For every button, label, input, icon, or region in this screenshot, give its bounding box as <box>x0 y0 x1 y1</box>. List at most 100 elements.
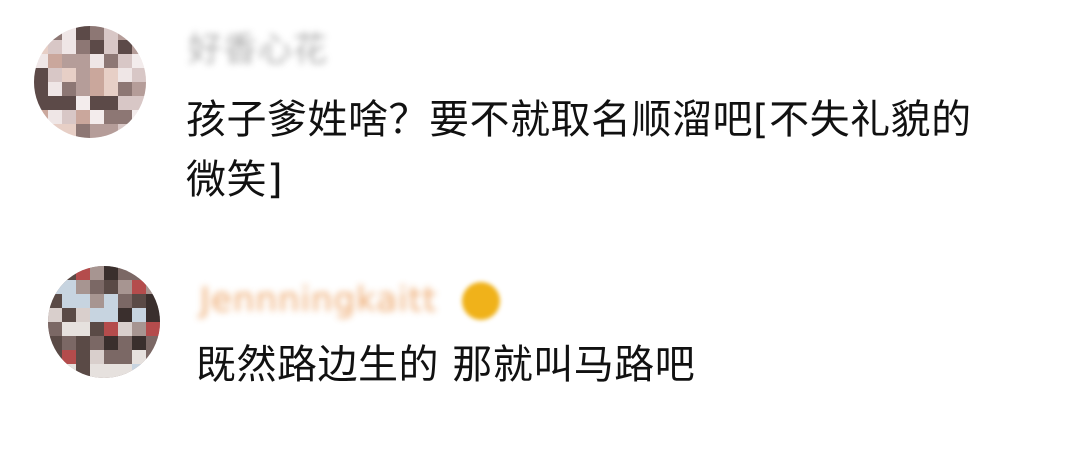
avatar-pixel <box>104 336 118 350</box>
avatar-pixel <box>76 294 90 308</box>
avatar-pixel <box>76 96 90 110</box>
avatar-pixel <box>76 26 90 40</box>
avatar-pixel <box>118 54 132 68</box>
avatar-pixel <box>146 336 160 350</box>
avatar-pixel <box>118 26 132 40</box>
avatar-pixel <box>62 110 76 124</box>
comment-item: 好香心花 孩子爹姓啥？要不就取名顺溜吧[不失礼貌的 微笑] <box>0 0 1080 240</box>
avatar-pixel <box>104 322 118 336</box>
avatar-pixel <box>118 266 132 280</box>
avatar-pixel <box>90 294 104 308</box>
avatar-pixel <box>104 364 118 378</box>
avatar-pixel <box>104 40 118 54</box>
avatar-pixel <box>90 110 104 124</box>
avatar-pixel <box>132 26 146 40</box>
avatar-pixel <box>76 82 90 96</box>
avatar-pixel <box>34 54 48 68</box>
avatar-pixel <box>48 82 62 96</box>
avatar-pixel <box>118 96 132 110</box>
avatar-pixel <box>118 364 132 378</box>
avatar-pixel <box>118 82 132 96</box>
avatar-pixel <box>104 124 118 138</box>
avatar-pixel <box>48 110 62 124</box>
avatar-pixel <box>146 308 160 322</box>
avatar-pixel <box>118 350 132 364</box>
avatar-pixel <box>90 26 104 40</box>
avatar-pixel <box>132 96 146 110</box>
avatar-pixel <box>132 54 146 68</box>
avatar-pixel <box>132 280 146 294</box>
avatar-pixel <box>118 40 132 54</box>
avatar-pixel <box>76 350 90 364</box>
avatar-pixel <box>34 110 48 124</box>
avatar-pixel <box>48 124 62 138</box>
avatar-pixel <box>132 308 146 322</box>
avatar-pixel <box>146 350 160 364</box>
avatar-pixel <box>104 26 118 40</box>
avatar-pixel <box>104 350 118 364</box>
avatar-pixel <box>62 266 76 280</box>
avatar-pixel <box>34 68 48 82</box>
avatar-pixel <box>62 40 76 54</box>
avatar-pixel <box>104 82 118 96</box>
avatar-pixel <box>104 96 118 110</box>
avatar-pixel <box>62 68 76 82</box>
avatar-pixel <box>48 54 62 68</box>
avatar-pixel <box>90 40 104 54</box>
avatar-pixel <box>76 266 90 280</box>
avatar-pixel <box>90 364 104 378</box>
avatar-pixel <box>62 322 76 336</box>
avatar-pixel <box>62 336 76 350</box>
avatar-pixel <box>118 68 132 82</box>
avatar-pixel <box>48 68 62 82</box>
avatar-pixel <box>48 336 62 350</box>
avatar-pixel <box>146 280 160 294</box>
comment-text: 微笑] <box>186 157 284 203</box>
avatar-pixel <box>132 110 146 124</box>
vip-badge-icon <box>462 282 500 320</box>
avatar[interactable] <box>48 266 160 378</box>
avatar-pixel <box>132 68 146 82</box>
avatar-pixel <box>62 96 76 110</box>
avatar-pixel <box>146 294 160 308</box>
avatar-pixel <box>62 82 76 96</box>
avatar-pixel <box>48 40 62 54</box>
avatar-pixel <box>146 322 160 336</box>
avatar-pixel <box>34 26 48 40</box>
avatar-pixel <box>62 124 76 138</box>
avatar-pixel <box>104 54 118 68</box>
avatar-pixel <box>90 54 104 68</box>
avatar-pixel <box>132 294 146 308</box>
avatar-pixel <box>76 280 90 294</box>
avatar-pixel <box>76 364 90 378</box>
avatar-pixel <box>90 280 104 294</box>
avatar-pixel <box>146 266 160 280</box>
username[interactable]: 好香心花 <box>188 30 328 70</box>
avatar-pixel <box>132 364 146 378</box>
avatar-pixel <box>104 308 118 322</box>
avatar-pixel <box>90 322 104 336</box>
avatar-pixel <box>62 294 76 308</box>
avatar-pixel <box>48 322 62 336</box>
avatar-pixel <box>76 68 90 82</box>
avatar-pixel <box>62 280 76 294</box>
avatar-pixel <box>132 124 146 138</box>
avatar-pixel <box>34 124 48 138</box>
avatar-pixel <box>34 82 48 96</box>
username[interactable]: Jennningkaitt <box>200 280 437 320</box>
avatar-pixel <box>104 68 118 82</box>
comment-text: 孩子爹姓啥？要不就取名顺溜吧[不失礼貌的 <box>186 97 972 143</box>
avatar-pixel <box>34 40 48 54</box>
avatar[interactable] <box>34 26 146 138</box>
avatar-pixel <box>104 266 118 280</box>
avatar-pixel <box>48 364 62 378</box>
avatar-pixel <box>62 364 76 378</box>
avatar-pixel <box>132 322 146 336</box>
comment-item: Jennningkaitt 既然路边生的 那就叫马路吧 <box>0 240 1080 456</box>
avatar-pixel <box>62 54 76 68</box>
avatar-pixel <box>90 350 104 364</box>
avatar-pixel <box>104 294 118 308</box>
avatar-pixel <box>118 322 132 336</box>
avatar-pixel <box>48 350 62 364</box>
avatar-pixel <box>132 350 146 364</box>
